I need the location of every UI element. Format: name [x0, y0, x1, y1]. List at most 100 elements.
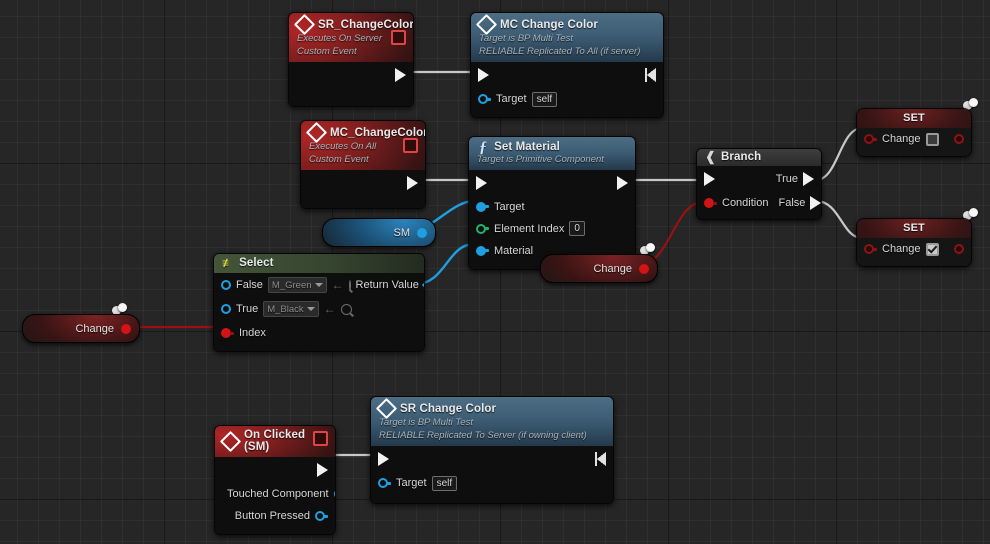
pin-label: Change	[882, 243, 921, 255]
node-set-change-top[interactable]: SET Change	[856, 108, 972, 157]
node-body: Target self	[371, 446, 613, 503]
node-sr-change-color-call[interactable]: SR Change Color Target is BP Multi Test …	[370, 396, 614, 504]
event-diamond-icon	[219, 430, 242, 452]
node-sr-changecolor-event[interactable]: SR_ChangeColor Executes On Server Custom…	[288, 12, 414, 107]
object-out-pin-icon[interactable]	[417, 227, 427, 238]
pin-row-touched-component[interactable]: Touched Component	[215, 483, 335, 505]
change-checkbox[interactable]	[925, 132, 939, 146]
pin-label: Button Pressed	[234, 510, 310, 522]
node-subtitle-2: Custom Event	[309, 153, 369, 165]
node-header: SR_ChangeColor Executes On Server Custom…	[289, 13, 413, 62]
dropdown-value: M_Green	[271, 279, 312, 291]
exec-out-pin-icon[interactable]	[595, 452, 606, 466]
use-selected-asset-icon[interactable]: ←	[332, 279, 344, 291]
browse-asset-icon[interactable]	[340, 303, 352, 315]
node-branch[interactable]: ❰ Branch True Condition False	[696, 148, 822, 220]
browse-asset-icon[interactable]	[348, 279, 351, 291]
node-header: On Clicked (SM)	[215, 426, 335, 457]
target-value-field[interactable]: self	[431, 475, 458, 491]
pin-row-exec-out[interactable]	[301, 170, 425, 196]
node-subtitle-1: Executes On All	[309, 141, 377, 152]
branch-icon: ❰	[705, 149, 716, 164]
pin-row-true[interactable]: True M_Black ←	[214, 297, 424, 321]
node-body	[301, 170, 425, 208]
pin-row-target[interactable]: Target	[469, 196, 635, 218]
node-var-change-mid[interactable]: Change	[540, 254, 658, 283]
variable-label: Change	[593, 262, 632, 275]
pin-row-button-pressed[interactable]: Button Pressed	[215, 505, 335, 527]
node-title: SR_ChangeColor	[318, 18, 414, 31]
exec-out-true-pin-icon[interactable]	[803, 172, 814, 186]
pin-row-exec[interactable]	[471, 62, 663, 88]
bool-out-pin-icon[interactable]	[954, 244, 964, 254]
exec-in-pin-icon[interactable]	[478, 68, 489, 82]
node-var-sm[interactable]: SM	[322, 218, 436, 247]
pin-row-exec-out[interactable]	[215, 457, 335, 483]
node-title: MC_ChangeColor	[330, 126, 426, 139]
pin-label: True	[236, 303, 259, 315]
pin-row-element-index[interactable]: Element Index 0	[469, 218, 635, 240]
object-in-pin-icon[interactable]	[221, 280, 231, 290]
node-header: ❰ Branch	[697, 149, 821, 166]
pin-label-false: False	[778, 197, 806, 209]
change-checkbox[interactable]	[925, 242, 939, 256]
pin-row-exec-out[interactable]	[289, 62, 413, 88]
object-in-pin-icon[interactable]	[221, 304, 231, 314]
pin-row-exec-true[interactable]: True	[697, 166, 821, 192]
pin-row-target[interactable]: Target self	[471, 88, 663, 110]
exec-out-pin-icon[interactable]	[407, 176, 418, 190]
node-mc-changecolor-event[interactable]: MC_ChangeColor Executes On All Custom Ev…	[300, 120, 426, 209]
pin-row-change[interactable]: Change	[857, 238, 971, 260]
exec-out-pin-icon[interactable]	[317, 463, 328, 477]
pin-label-return: Return Value	[355, 279, 419, 291]
blueprint-graph-canvas[interactable]: SR_ChangeColor Executes On Server Custom…	[0, 0, 990, 544]
exec-out-pin-icon[interactable]	[617, 175, 628, 190]
bool-out-pin-icon[interactable]	[121, 323, 131, 334]
object-out-pin-icon[interactable]	[333, 489, 335, 499]
pin-label: Target	[496, 93, 527, 105]
pin-label: Change	[882, 133, 921, 145]
node-select[interactable]: ≢ Select False M_Green ← Return Value Tr…	[213, 253, 425, 352]
bool-out-pin-icon[interactable]	[639, 263, 649, 274]
node-header: SET	[857, 219, 971, 238]
node-set-change-bottom[interactable]: SET Change	[856, 218, 972, 267]
node-header: ƒ Set Material Target is Primitive Compo…	[469, 137, 635, 170]
exec-out-pin-icon[interactable]	[395, 68, 406, 82]
pin-row-exec[interactable]	[371, 446, 613, 472]
bool-out-pin-icon[interactable]	[954, 134, 964, 144]
pin-label-condition: Condition	[722, 197, 769, 209]
select-icon: ≢	[222, 255, 235, 270]
node-header: MC_ChangeColor Executes On All Custom Ev…	[301, 121, 425, 170]
node-subtitle-1: Executes On Server	[297, 33, 383, 44]
pin-row-index[interactable]: Index	[214, 321, 424, 345]
node-body	[289, 62, 413, 106]
node-subtitle-2: Custom Event	[297, 45, 357, 57]
node-subtitle-1: Target is Primitive Component	[477, 154, 604, 165]
element-index-field[interactable]: 0	[569, 221, 585, 236]
pin-row-condition-false[interactable]: Condition False	[697, 192, 821, 214]
pin-row-false[interactable]: False M_Green ← Return Value	[214, 273, 424, 297]
exec-out-false-pin-icon[interactable]	[810, 196, 821, 210]
target-value-field[interactable]: self	[531, 91, 558, 107]
pin-row-target[interactable]: Target self	[371, 472, 613, 494]
exec-out-pin-icon[interactable]	[645, 68, 656, 82]
pin-row-change[interactable]: Change	[857, 128, 971, 150]
true-value-dropdown[interactable]: M_Black	[263, 301, 319, 317]
exec-in-pin-icon[interactable]	[378, 452, 389, 466]
use-selected-asset-icon[interactable]: ←	[324, 303, 336, 315]
pin-label: Index	[239, 327, 266, 339]
exec-in-pin-icon[interactable]	[476, 175, 487, 190]
node-on-clicked[interactable]: On Clicked (SM) Touched Component Button…	[214, 425, 336, 535]
node-title: SET	[903, 222, 925, 234]
node-title: SET	[903, 112, 925, 124]
pin-row-exec[interactable]	[469, 170, 635, 196]
node-mc-change-color-call[interactable]: MC Change Color Target is BP Multi Test …	[470, 12, 664, 118]
node-set-material[interactable]: ƒ Set Material Target is Primitive Compo…	[468, 136, 636, 270]
node-var-change-left[interactable]: Change	[22, 314, 140, 343]
exec-in-pin-icon[interactable]	[704, 172, 715, 186]
replication-chip-icon	[313, 431, 328, 446]
node-body: True Condition False	[697, 166, 821, 219]
node-header: SR Change Color Target is BP Multi Test …	[371, 397, 613, 446]
false-value-dropdown[interactable]: M_Green	[267, 277, 327, 293]
node-title: Branch	[721, 151, 762, 163]
